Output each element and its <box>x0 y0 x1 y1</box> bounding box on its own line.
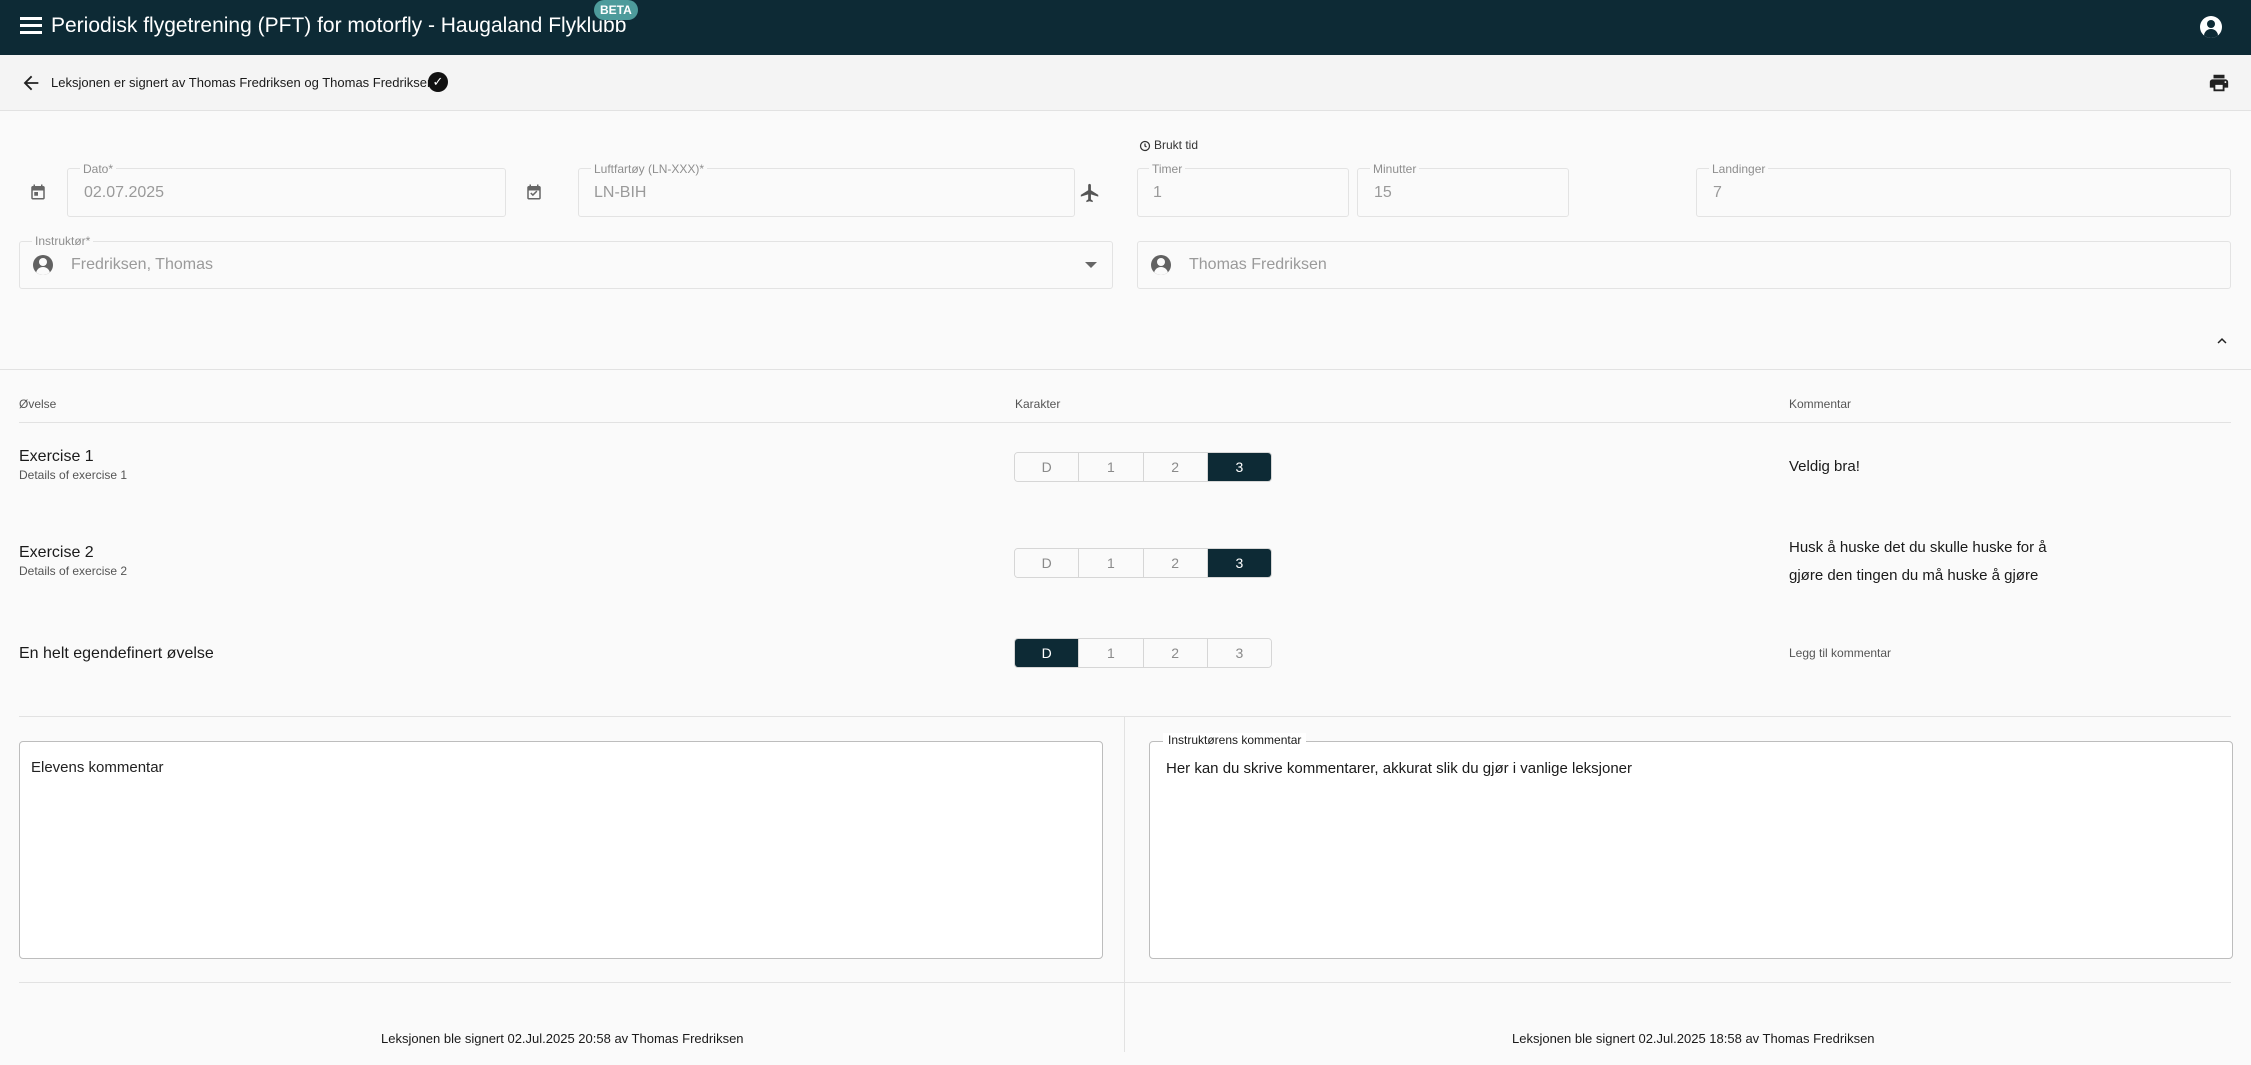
grade-selector: D 1 2 3 <box>1014 548 1272 578</box>
grade-option-3[interactable]: 3 <box>1207 453 1271 481</box>
student-signature-text: Leksjonen ble signert 02.Jul.2025 20:58 … <box>381 1031 744 1046</box>
grade-option-1[interactable]: 1 <box>1079 549 1144 577</box>
account-icon[interactable] <box>2200 16 2222 38</box>
grade-option-3[interactable]: 3 <box>1207 639 1271 667</box>
exercise-comment[interactable]: Husk å huske det du skulle huske for å g… <box>1789 534 2079 590</box>
instructor-comment-legend: Instruktørens kommentar <box>1163 733 1307 747</box>
signed-status-text: Leksjonen er signert av Thomas Fredrikse… <box>51 75 435 90</box>
dropdown-arrow-icon[interactable] <box>1085 262 1097 268</box>
landings-label: Landinger <box>1709 162 1769 176</box>
airplane-icon <box>1079 182 1101 204</box>
hours-label: Timer <box>1149 162 1186 176</box>
instructor-label: Instruktør* <box>32 234 94 248</box>
exercise-details: Details of exercise 2 <box>19 564 128 578</box>
signature-divider <box>19 982 2231 983</box>
clock-icon <box>1139 139 1151 152</box>
instructor-value: Fredriksen, Thomas <box>71 256 213 273</box>
calendar-check-icon[interactable] <box>525 182 543 202</box>
exercise-details: Details of exercise 1 <box>19 468 128 482</box>
date-value: 02.07.2025 <box>84 184 165 201</box>
minutes-label: Minutter <box>1370 162 1420 176</box>
time-used-label: Brukt tid <box>1154 138 1199 152</box>
menu-icon[interactable] <box>20 17 42 37</box>
table-divider <box>19 716 2231 717</box>
exercise-title: Exercise 1 <box>19 448 94 465</box>
student-value: Thomas Fredriksen <box>1189 256 1327 273</box>
grade-option-d[interactable]: D <box>1015 549 1080 577</box>
grade-option-2[interactable]: 2 <box>1143 453 1208 481</box>
check-circle-icon: ✓ <box>428 72 448 92</box>
add-comment-link[interactable]: Legg til kommentar <box>1789 646 1891 660</box>
grade-option-d[interactable]: D <box>1015 639 1080 667</box>
grade-option-2[interactable]: 2 <box>1143 549 1208 577</box>
person-icon <box>33 255 53 275</box>
instructor-signature-text: Leksjonen ble signert 02.Jul.2025 18:58 … <box>1512 1031 1875 1046</box>
grade-option-2[interactable]: 2 <box>1143 639 1208 667</box>
arrow-back-icon[interactable] <box>20 72 42 94</box>
grade-option-d[interactable]: D <box>1015 453 1080 481</box>
header-comment: Kommentar <box>1789 397 1852 411</box>
beta-badge: BETA <box>594 0 638 20</box>
grade-option-1[interactable]: 1 <box>1079 639 1144 667</box>
app-title: Periodisk flygetrening (PFT) for motorfl… <box>51 14 627 37</box>
grade-selector: D 1 2 3 <box>1014 638 1272 668</box>
person-icon <box>1151 255 1171 275</box>
chevron-up-icon[interactable] <box>2213 332 2231 350</box>
grade-selector: D 1 2 3 <box>1014 452 1272 482</box>
exercise-title: Exercise 2 <box>19 544 94 561</box>
column-divider <box>1124 717 1125 1052</box>
header-divider <box>19 422 2231 423</box>
aircraft-value: LN-BIH <box>594 184 647 201</box>
section-divider <box>0 369 2251 370</box>
landings-value: 7 <box>1713 184 1722 201</box>
date-label: Dato* <box>80 162 117 176</box>
header-grade: Karakter <box>1015 397 1061 411</box>
hours-value: 1 <box>1153 184 1162 201</box>
minutes-value: 15 <box>1374 184 1392 201</box>
header-exercise: Øvelse <box>19 397 57 411</box>
student-comment-placeholder: Elevens kommentar <box>31 759 164 776</box>
grade-option-3[interactable]: 3 <box>1207 549 1271 577</box>
grade-option-1[interactable]: 1 <box>1079 453 1144 481</box>
student-comment-textarea[interactable] <box>19 741 1103 959</box>
landings-field[interactable] <box>1696 168 2231 217</box>
print-icon[interactable] <box>2208 72 2230 94</box>
aircraft-label: Luftfartøy (LN-XXX)* <box>591 162 708 176</box>
instructor-comment-value: Her kan du skrive kommentarer, akkurat s… <box>1166 760 1633 777</box>
exercise-comment[interactable]: Veldig bra! <box>1789 453 1860 481</box>
calendar-icon[interactable] <box>29 182 47 202</box>
exercise-title: En helt egendefinert øvelse <box>19 645 214 662</box>
